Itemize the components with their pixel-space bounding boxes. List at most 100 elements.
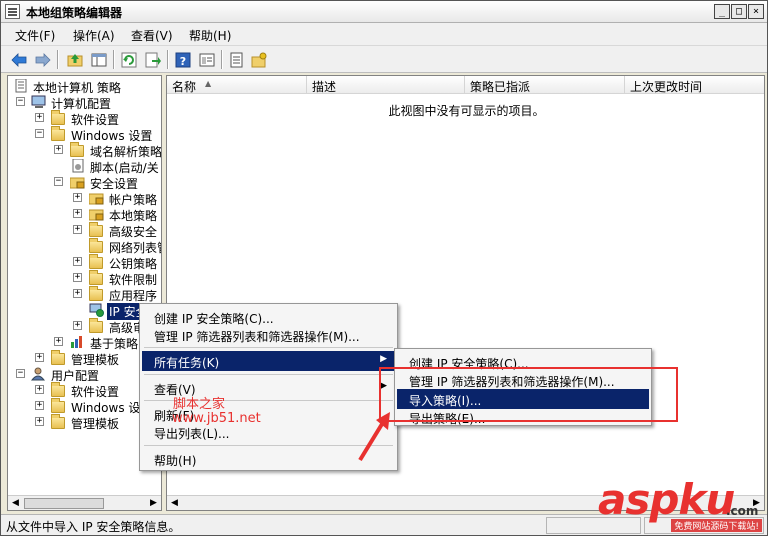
collapse-icon[interactable]: − (54, 177, 63, 186)
up-folder-icon[interactable] (65, 50, 83, 68)
expand-icon[interactable]: + (35, 385, 44, 394)
column-header-name[interactable]: 名称 ▲ (167, 76, 307, 94)
expand-icon[interactable]: + (35, 353, 44, 362)
refresh-icon[interactable] (119, 50, 137, 68)
menu-separator (144, 347, 393, 348)
expand-icon[interactable]: + (35, 401, 44, 410)
tree-node-label: 高级安全 (109, 225, 158, 239)
forward-icon[interactable] (33, 50, 51, 68)
properties-icon[interactable] (197, 50, 215, 68)
expand-icon[interactable]: + (35, 417, 44, 426)
collapse-icon[interactable]: − (16, 369, 25, 378)
menu-item-create-ip-policy[interactable]: 创建 IP 安全策略(C)... (142, 307, 395, 327)
expand-icon[interactable]: + (73, 289, 82, 298)
tree-node-label: 管理模板 (71, 353, 120, 367)
help-icon[interactable]: ? (173, 50, 191, 68)
brand-domain: .com (726, 504, 759, 518)
app-icon (5, 4, 20, 19)
folder-icon (51, 126, 65, 141)
tree-node-label: 安全设置 (90, 177, 139, 191)
minimize-button[interactable]: _ (714, 4, 730, 19)
brand-name-text: aspku (598, 475, 735, 524)
scroll-left-arrow-icon[interactable]: ◀ (8, 496, 23, 510)
toolbar-separator (57, 50, 58, 69)
add-policy-icon[interactable] (249, 50, 267, 68)
menu-bar: 文件(F) 操作(A) 查看(V) 帮助(H) (1, 23, 767, 45)
tree-node-label: 脚本(启动/关 (90, 161, 159, 175)
status-text: 从文件中导入 IP 安全策略信息。 (6, 520, 181, 534)
user-icon (30, 367, 47, 381)
folder-icon (70, 142, 84, 157)
bar-chart-icon (70, 335, 86, 349)
tree-horizontal-scrollbar[interactable]: ◀ ▶ (8, 495, 161, 510)
column-header-label: 策略已指派 (470, 80, 531, 94)
policy-document-icon (13, 78, 29, 93)
brand-logo: aspku .com 免费网站源码下载站! (598, 478, 766, 534)
scroll-left-arrow-icon[interactable]: ◀ (167, 496, 182, 511)
expand-icon[interactable]: + (73, 225, 82, 234)
folder-icon (89, 238, 103, 253)
window-title: 本地组策略编辑器 (26, 6, 123, 20)
menu-item-label: 所有任务(K) (154, 356, 220, 370)
tree-node-label: 软件设置 (71, 385, 120, 399)
lock-folder-icon (69, 175, 86, 189)
expand-icon[interactable]: + (73, 193, 82, 202)
watermark-site-name: 脚本之家 (173, 397, 226, 412)
watermark-site-url: www.jb51.net (172, 411, 261, 426)
folder-icon (51, 382, 65, 397)
menu-separator (144, 374, 393, 375)
menu-help[interactable]: 帮助(H) (189, 27, 231, 44)
ip-policy-icon[interactable] (227, 50, 245, 68)
annotation-arrow-icon (358, 412, 390, 462)
tree-node-label: 网络列表管 (109, 241, 161, 255)
tree-node-label: 应用程序 (109, 289, 158, 303)
scroll-thumb[interactable] (24, 498, 104, 509)
show-hide-tree-icon[interactable] (89, 50, 107, 68)
toolbar-separator (167, 50, 168, 69)
maximize-button[interactable]: □ (731, 4, 747, 19)
tree-node-label: 软件限制 (109, 273, 158, 287)
expand-icon[interactable]: + (35, 113, 44, 122)
expand-icon[interactable]: + (73, 209, 82, 218)
empty-view-message: 此视图中没有可显示的项目。 (388, 104, 545, 118)
tree-node-label: 管理模板 (71, 417, 120, 431)
expand-icon[interactable]: + (54, 145, 63, 154)
back-icon[interactable] (9, 50, 27, 68)
folder-icon (89, 270, 103, 285)
column-header-label: 名称 (172, 80, 197, 94)
expand-icon[interactable]: + (54, 337, 63, 346)
toolbar-separator (221, 50, 222, 69)
tree-node-label: Windows 设置 (71, 129, 153, 143)
annotation-highlight-box (379, 367, 678, 422)
close-button[interactable]: × (748, 4, 764, 19)
menu-file[interactable]: 文件(F) (15, 27, 55, 44)
folder-icon (51, 350, 65, 365)
column-header-label: 上次更改时间 (630, 80, 703, 94)
menu-item-manage-ip-filters[interactable]: 管理 IP 筛选器列表和筛选器操作(M)... (142, 325, 395, 345)
menu-item-all-tasks[interactable]: 所有任务(K) ▶ (142, 351, 395, 371)
scroll-right-arrow-icon[interactable]: ▶ (146, 496, 161, 510)
title-bar[interactable]: 本地组策略编辑器 _ □ × (1, 1, 767, 23)
folder-icon (51, 110, 65, 125)
expand-icon[interactable]: + (73, 257, 82, 266)
menu-view[interactable]: 查看(V) (131, 27, 173, 44)
column-header-last-modified[interactable]: 上次更改时间 (625, 76, 764, 94)
folder-icon (89, 254, 103, 269)
folder-icon (89, 318, 103, 333)
toolbar: ? (1, 45, 767, 73)
script-icon (70, 158, 86, 173)
sort-ascending-icon: ▲ (205, 79, 212, 88)
export-list-icon[interactable] (143, 50, 161, 68)
lock-folder-icon (88, 207, 105, 221)
tree-node-label: 计算机配置 (51, 97, 112, 111)
menu-action[interactable]: 操作(A) (73, 27, 115, 44)
collapse-icon[interactable]: − (35, 129, 44, 138)
expand-icon[interactable]: + (73, 273, 82, 282)
expand-icon[interactable]: + (73, 321, 82, 330)
folder-icon (89, 286, 103, 301)
tree-node-label: 域名解析策略 (90, 145, 162, 159)
brand-tagline: 免费网站源码下载站! (671, 519, 762, 532)
column-header-description[interactable]: 描述 (307, 76, 465, 94)
column-header-assigned[interactable]: 策略已指派 (465, 76, 625, 94)
collapse-icon[interactable]: − (16, 97, 25, 106)
